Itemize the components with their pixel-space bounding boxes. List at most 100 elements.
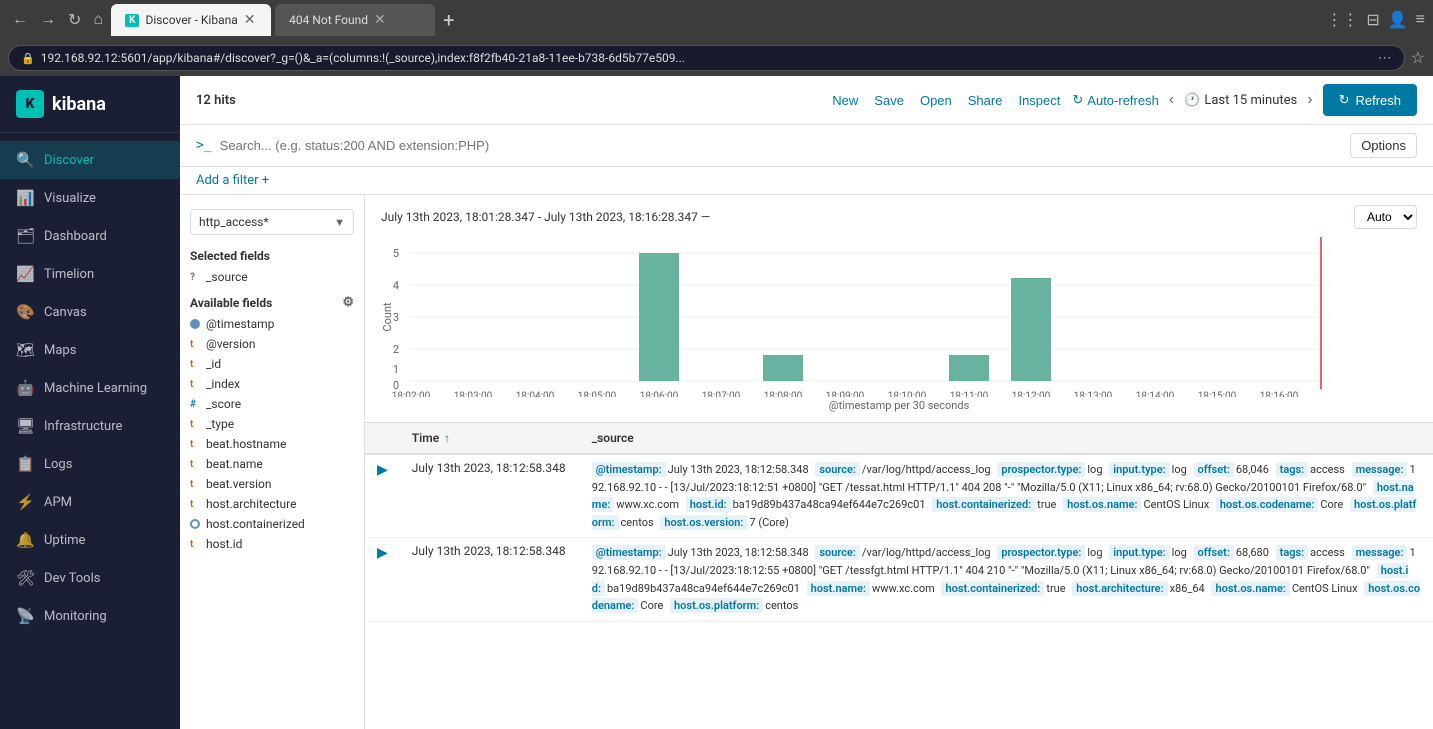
search-input[interactable] — [220, 138, 1343, 153]
sidebar-item-uptime[interactable]: 🔔 Uptime — [0, 521, 180, 559]
field-item-score[interactable]: # _score — [180, 394, 364, 414]
field-item-index[interactable]: t _index — [180, 374, 364, 394]
field-item-host-id[interactable]: t host.id — [180, 534, 364, 554]
sidebar-item-logs[interactable]: 📋 Logs — [0, 445, 180, 483]
tab-close-404[interactable]: ✕ — [374, 12, 386, 28]
options-button[interactable]: Options — [1350, 133, 1417, 158]
field-item-beat-name[interactable]: t beat.name — [180, 454, 364, 474]
bar-1806 — [639, 253, 679, 381]
field-name-beat-hostname: beat.hostname — [206, 437, 286, 451]
bookmark-icon[interactable]: ☆ — [1411, 48, 1425, 68]
sidebar-item-machine-learning[interactable]: 🤖 Machine Learning — [0, 369, 180, 407]
field-item-beat-version[interactable]: t beat.version — [180, 474, 364, 494]
field-item-host-architecture[interactable]: t host.architecture — [180, 494, 364, 514]
svg-text:18:03:00: 18:03:00 — [454, 391, 493, 397]
field-value: log — [1087, 546, 1105, 559]
sidebar-item-discover[interactable]: 🔍 Discover — [0, 141, 180, 179]
type-type-icon: t — [190, 419, 200, 430]
time-nav-right[interactable]: › — [1305, 89, 1314, 111]
sidebar-item-dashboard[interactable]: 🗂 Dashboard — [0, 217, 180, 255]
field-name-host-architecture: host.architecture — [206, 497, 296, 511]
time-range-text: July 13th 2023, 18:01:28.347 - July 13th… — [381, 210, 710, 224]
field-key: host.containerized: — [932, 497, 1035, 512]
share-button[interactable]: Share — [964, 91, 1007, 110]
sidebar-item-monitoring[interactable]: 📡 Monitoring — [0, 597, 180, 635]
field-name-type: _type — [206, 417, 234, 431]
sidebar-item-visualize[interactable]: 📊 Visualize — [0, 179, 180, 217]
open-button[interactable]: Open — [916, 91, 956, 110]
time-nav-left[interactable]: ‹ — [1167, 89, 1176, 111]
field-value: centos — [621, 516, 657, 529]
home-button[interactable]: ⌂ — [89, 9, 107, 31]
field-key: host.os.codename: — [1216, 497, 1318, 512]
field-key: host.os.platform: — [670, 598, 763, 613]
field-name-version: @version — [206, 337, 256, 351]
svg-text:2: 2 — [393, 343, 399, 356]
interval-select[interactable]: Auto — [1354, 205, 1417, 229]
sidebar-item-canvas[interactable]: 🎨 Canvas — [0, 293, 180, 331]
field-value: 68,046 — [1236, 463, 1272, 476]
bookmarks-icon[interactable]: ⋮⋮ — [1326, 10, 1358, 30]
field-value: www.xc.com — [616, 498, 681, 511]
browser-menu-button[interactable]: ≡ — [1416, 11, 1425, 29]
sidebar-toggle-icon[interactable]: ⊟ — [1366, 10, 1379, 30]
sidebar-item-apm[interactable]: ⚡ APM — [0, 483, 180, 521]
tab-favicon: K — [125, 14, 139, 27]
discover-icon: 🔍 — [16, 151, 34, 169]
address-menu-icon[interactable]: ⋯ — [1378, 50, 1392, 66]
svg-text:18:11:00: 18:11:00 — [950, 391, 989, 397]
field-name-timestamp: @timestamp — [206, 317, 274, 331]
auto-refresh-button[interactable]: ↻ Auto-refresh — [1072, 92, 1158, 108]
field-item-beat-hostname[interactable]: t beat.hostname — [180, 434, 364, 454]
field-item-version[interactable]: t @version — [180, 334, 364, 354]
tab-close-kibana[interactable]: ✕ — [244, 12, 256, 28]
tab-404[interactable]: 404 Not Found ✕ — [275, 4, 435, 36]
refresh-icon: ↻ — [1339, 92, 1350, 108]
sidebar-item-label-monitoring: Monitoring — [44, 609, 107, 624]
field-item-id[interactable]: t _id — [180, 354, 364, 374]
source-cell: @timestamp:July 13th 2023, 18:12:58.348 … — [580, 538, 1433, 621]
back-button[interactable]: ← — [8, 9, 32, 31]
svg-text:18:15:00: 18:15:00 — [1198, 391, 1237, 397]
sidebar-item-label-infrastructure: Infrastructure — [44, 419, 122, 434]
filter-bar: Add a filter + — [180, 167, 1433, 195]
timelion-icon: 📈 — [16, 265, 34, 283]
sidebar-item-maps[interactable]: 🗺 Maps — [0, 331, 180, 369]
field-item-timestamp[interactable]: @timestamp — [180, 314, 364, 334]
field-name-host-containerized: host.containerized — [206, 517, 305, 531]
sidebar-item-label-ml: Machine Learning — [44, 381, 147, 396]
profile-icon[interactable]: 👤 — [1388, 10, 1408, 30]
reload-button[interactable]: ↻ — [64, 8, 85, 32]
fields-gear-icon[interactable]: ⚙ — [342, 295, 354, 310]
sidebar-item-timelion[interactable]: 📈 Timelion — [0, 255, 180, 293]
monitoring-icon: 📡 — [16, 607, 34, 625]
results-table: Time ↑ _source ▶July 13th 2023, 18:12:58… — [365, 423, 1433, 622]
field-item-source[interactable]: ? _source — [180, 267, 364, 287]
sidebar-item-dev-tools[interactable]: 🛠 Dev Tools — [0, 559, 180, 597]
expand-row-button[interactable]: ▶ — [377, 544, 388, 561]
field-type-icon: ? — [190, 272, 200, 283]
bar-1811 — [949, 355, 989, 381]
clock-icon: 🕐 — [1184, 93, 1200, 108]
index-dropdown[interactable]: http_access* ▼ — [190, 209, 354, 235]
inspect-button[interactable]: Inspect — [1014, 91, 1064, 110]
forward-button[interactable]: → — [36, 9, 60, 31]
field-item-host-containerized[interactable]: host.containerized — [180, 514, 364, 534]
field-value: access — [1310, 546, 1347, 559]
dashboard-icon: 🗂 — [16, 227, 34, 245]
save-button[interactable]: Save — [870, 91, 908, 110]
tab-kibana[interactable]: K Discover - Kibana ✕ — [111, 4, 271, 36]
add-filter-link[interactable]: Add a filter + — [196, 173, 269, 188]
time-col-header[interactable]: Time ↑ — [400, 423, 580, 454]
search-bar: >_ Options — [180, 125, 1433, 167]
field-item-type[interactable]: t _type — [180, 414, 364, 434]
new-tab-button[interactable]: + — [439, 8, 458, 32]
sidebar-item-infrastructure[interactable]: 🖥 Infrastructure — [0, 407, 180, 445]
svg-text:18:05:00: 18:05:00 — [578, 391, 617, 397]
expand-row-button[interactable]: ▶ — [377, 461, 388, 478]
field-name-source: _source — [206, 270, 248, 284]
new-button[interactable]: New — [828, 91, 862, 110]
dev-tools-icon: 🛠 — [16, 569, 34, 587]
refresh-button[interactable]: ↻ Refresh — [1323, 84, 1417, 116]
field-key: message: — [1352, 545, 1408, 560]
